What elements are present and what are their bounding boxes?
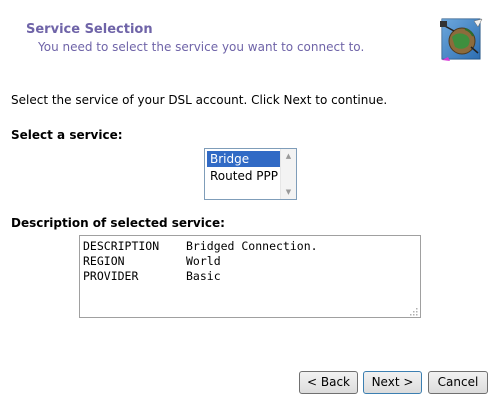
back-button[interactable]: < Back (299, 371, 358, 394)
page-subtitle: You need to select the service you want … (38, 40, 365, 54)
header-divider (0, 72, 495, 73)
provider-key: PROVIDER (83, 269, 139, 283)
service-label: Select a service: (11, 128, 123, 142)
page-title: Service Selection (26, 22, 153, 37)
provider-value: Basic (186, 269, 221, 283)
next-button[interactable]: Next > (363, 371, 422, 394)
instruction-text: Select the service of your DSL account. … (11, 93, 388, 107)
description-value: Bridged Connection. (186, 239, 318, 253)
region-key: REGION (83, 254, 125, 268)
scroll-up-icon[interactable]: ▲ (281, 149, 296, 163)
region-value: World (186, 254, 221, 268)
service-listbox[interactable]: Bridge Routed PPP ▲ ▼ (204, 148, 297, 200)
service-list-scrollbar[interactable]: ▲ ▼ (280, 149, 296, 199)
service-option-routed-ppp[interactable]: Routed PPP (207, 168, 281, 184)
resize-grip-icon[interactable] (408, 305, 418, 316)
wizard-header: Service Selection You need to select the… (0, 0, 495, 72)
cancel-button[interactable]: Cancel (428, 371, 488, 394)
description-label: Description of selected service: (11, 216, 225, 230)
service-option-bridge[interactable]: Bridge (207, 151, 281, 167)
description-textarea[interactable]: DESCRIPTION Bridged Connection. REGION W… (79, 235, 421, 318)
globe-network-icon (438, 13, 486, 63)
description-key: DESCRIPTION (83, 239, 160, 253)
scroll-down-icon[interactable]: ▼ (281, 185, 296, 199)
